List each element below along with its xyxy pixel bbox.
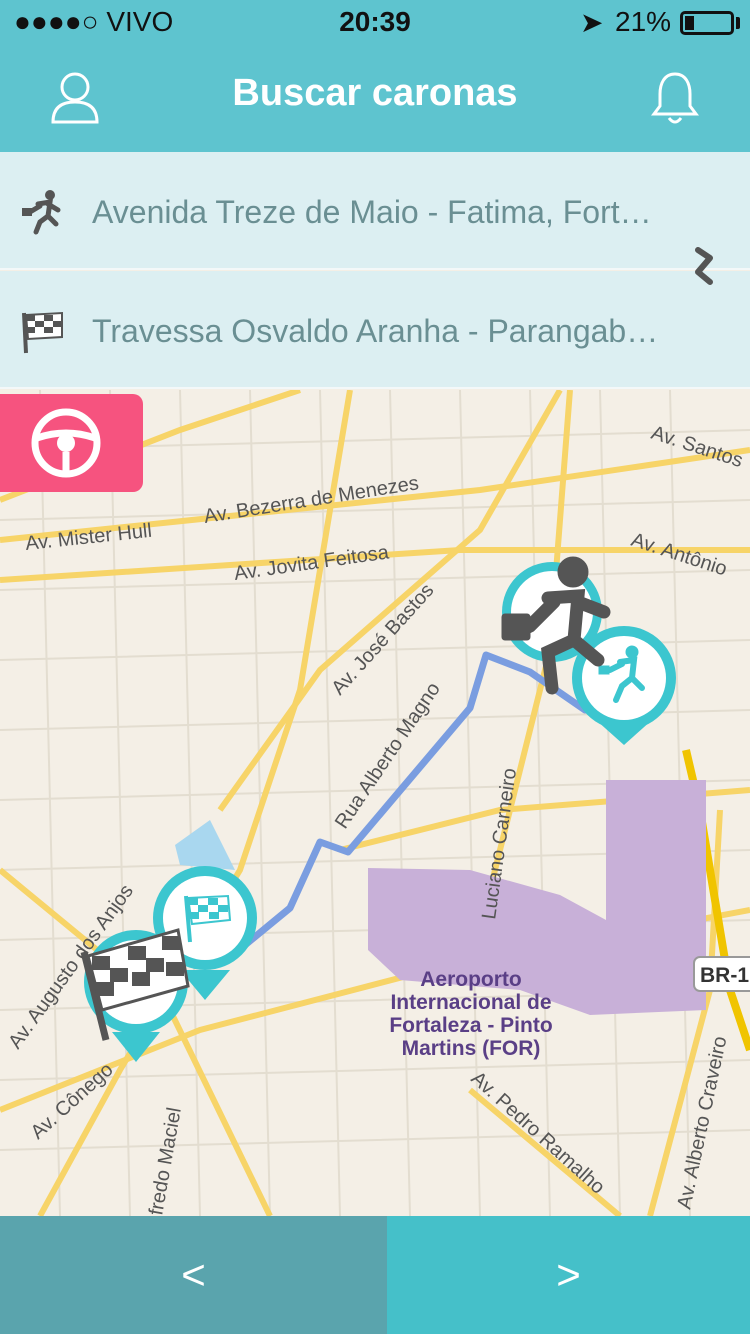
origin-field[interactable]: Avenida Treze de Maio - Fatima, Fort… bbox=[0, 152, 750, 270]
swap-route-icon[interactable] bbox=[688, 244, 722, 288]
checkered-flag-icon bbox=[22, 311, 63, 354]
airport-label-line: Aeroporto bbox=[420, 968, 522, 991]
map-canvas: Av. Bezerra de Menezes Av. Mister Hull A… bbox=[0, 390, 750, 1216]
previous-button[interactable]: < bbox=[0, 1216, 387, 1334]
destination-field[interactable]: Travessa Osvaldo Aranha - Parangab… bbox=[0, 271, 750, 389]
airport-label-line: Fortaleza - Pinto bbox=[389, 1014, 552, 1037]
driver-mode-button[interactable] bbox=[0, 394, 143, 492]
battery-fill bbox=[685, 16, 694, 30]
steering-wheel-icon bbox=[31, 408, 101, 478]
battery-icon bbox=[680, 11, 734, 35]
battery-tip bbox=[736, 17, 740, 29]
battery-percent: 21% bbox=[615, 6, 672, 37]
highway-label: BR-1 bbox=[700, 964, 749, 987]
destination-address: Travessa Osvaldo Aranha - Parangab… bbox=[92, 313, 659, 349]
bell-icon bbox=[651, 72, 699, 124]
page-title: Buscar caronas bbox=[232, 72, 518, 114]
origin-address: Avenida Treze de Maio - Fatima, Fort… bbox=[92, 194, 652, 230]
airport-label-line: Martins (FOR) bbox=[402, 1037, 541, 1060]
next-button[interactable]: > bbox=[387, 1216, 750, 1334]
top-bar: ●●●●○ VIVO 20:39 ➤ 21% Buscar caronas bbox=[0, 0, 750, 152]
location-arrow-icon: ➤ bbox=[580, 7, 604, 38]
notifications-button[interactable] bbox=[650, 70, 700, 126]
status-bar: ●●●●○ VIVO 20:39 ➤ 21% bbox=[0, 0, 750, 50]
running-person-icon bbox=[22, 190, 61, 235]
map-view[interactable]: Av. Bezerra de Menezes Av. Mister Hull A… bbox=[0, 390, 750, 1216]
airport-label-line: Internacional de bbox=[390, 991, 551, 1014]
